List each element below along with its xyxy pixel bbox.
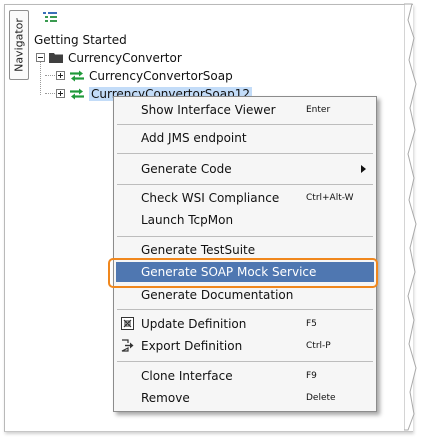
- menu-item-label: Add JMS endpoint: [141, 131, 247, 145]
- menu-separator: [117, 361, 373, 362]
- tree-project-row[interactable]: CurrencyConvertor: [36, 49, 182, 66]
- expand-icon[interactable]: [56, 71, 65, 80]
- expand-icon[interactable]: [56, 89, 65, 98]
- highlight-callout: [108, 258, 378, 288]
- navigator-tab-label: Navigator: [12, 18, 26, 72]
- menu-item-label: Export Definition: [141, 339, 243, 353]
- menu-item-label: Generate Documentation: [141, 288, 294, 302]
- folder-icon: [49, 53, 63, 63]
- menu-separator: [117, 153, 373, 154]
- interface-label: CurrencyConvertorSoap: [89, 68, 233, 83]
- collapse-icon[interactable]: [36, 53, 45, 62]
- menu-item-update-definition[interactable]: Update Definition F5: [116, 314, 374, 334]
- navigator-tab[interactable]: Navigator: [9, 10, 29, 80]
- menu-item-shortcut: F5: [306, 319, 317, 329]
- menu-separator: [117, 184, 373, 185]
- tree-interface-row[interactable]: CurrencyConvertorSoap: [56, 67, 233, 84]
- menu-item-launch-tcpmon[interactable]: Launch TcpMon: [116, 210, 374, 230]
- update-definition-icon: [121, 317, 134, 330]
- menu-item-generate-testsuite[interactable]: Generate TestSuite: [116, 240, 374, 260]
- menu-item-label: Show Interface Viewer: [141, 103, 276, 117]
- menu-item-add-jms-endpoint[interactable]: Add JMS endpoint: [116, 128, 374, 148]
- menu-separator: [117, 309, 373, 310]
- menu-item-show-interface-viewer[interactable]: Show Interface Viewer Enter: [116, 100, 374, 120]
- export-definition-icon: [121, 339, 134, 352]
- menu-item-shortcut: Ctrl+Alt-W: [306, 193, 354, 203]
- menu-item-generate-documentation[interactable]: Generate Documentation: [116, 285, 374, 305]
- menu-item-label: Generate TestSuite: [141, 243, 256, 257]
- menu-item-shortcut: Ctrl-P: [306, 341, 331, 351]
- menu-item-shortcut: Delete: [306, 393, 336, 403]
- menu-item-shortcut: Enter: [306, 105, 331, 115]
- menu-item-generate-code[interactable]: Generate Code: [116, 159, 374, 179]
- tree-root-label: Getting Started: [34, 33, 127, 47]
- tree-view-icon[interactable]: [42, 11, 58, 25]
- menu-item-shortcut: F9: [306, 371, 317, 381]
- menu-item-label: Check WSI Compliance: [141, 191, 280, 205]
- project-label: CurrencyConvertor: [68, 50, 182, 65]
- menu-item-label: Generate Code: [141, 162, 232, 176]
- soap-interface-icon: [70, 70, 84, 81]
- menu-item-label: Launch TcpMon: [141, 213, 234, 227]
- menu-item-clone-interface[interactable]: Clone Interface F9: [116, 366, 374, 386]
- menu-item-remove[interactable]: Remove Delete: [116, 388, 374, 408]
- menu-separator: [117, 236, 373, 237]
- soap-interface-icon: [70, 88, 84, 99]
- menu-item-export-definition[interactable]: Export Definition Ctrl-P: [116, 336, 374, 356]
- menu-item-check-wsi-compliance[interactable]: Check WSI Compliance Ctrl+Alt-W: [116, 188, 374, 208]
- menu-item-label: Clone Interface: [141, 369, 233, 383]
- menu-separator: [117, 124, 373, 125]
- submenu-arrow-icon: [361, 165, 366, 173]
- menu-item-label: Remove: [141, 391, 190, 405]
- torn-edge: [404, 3, 417, 431]
- menu-item-label: Update Definition: [141, 317, 247, 331]
- context-menu: Show Interface Viewer Enter Add JMS endp…: [113, 96, 377, 412]
